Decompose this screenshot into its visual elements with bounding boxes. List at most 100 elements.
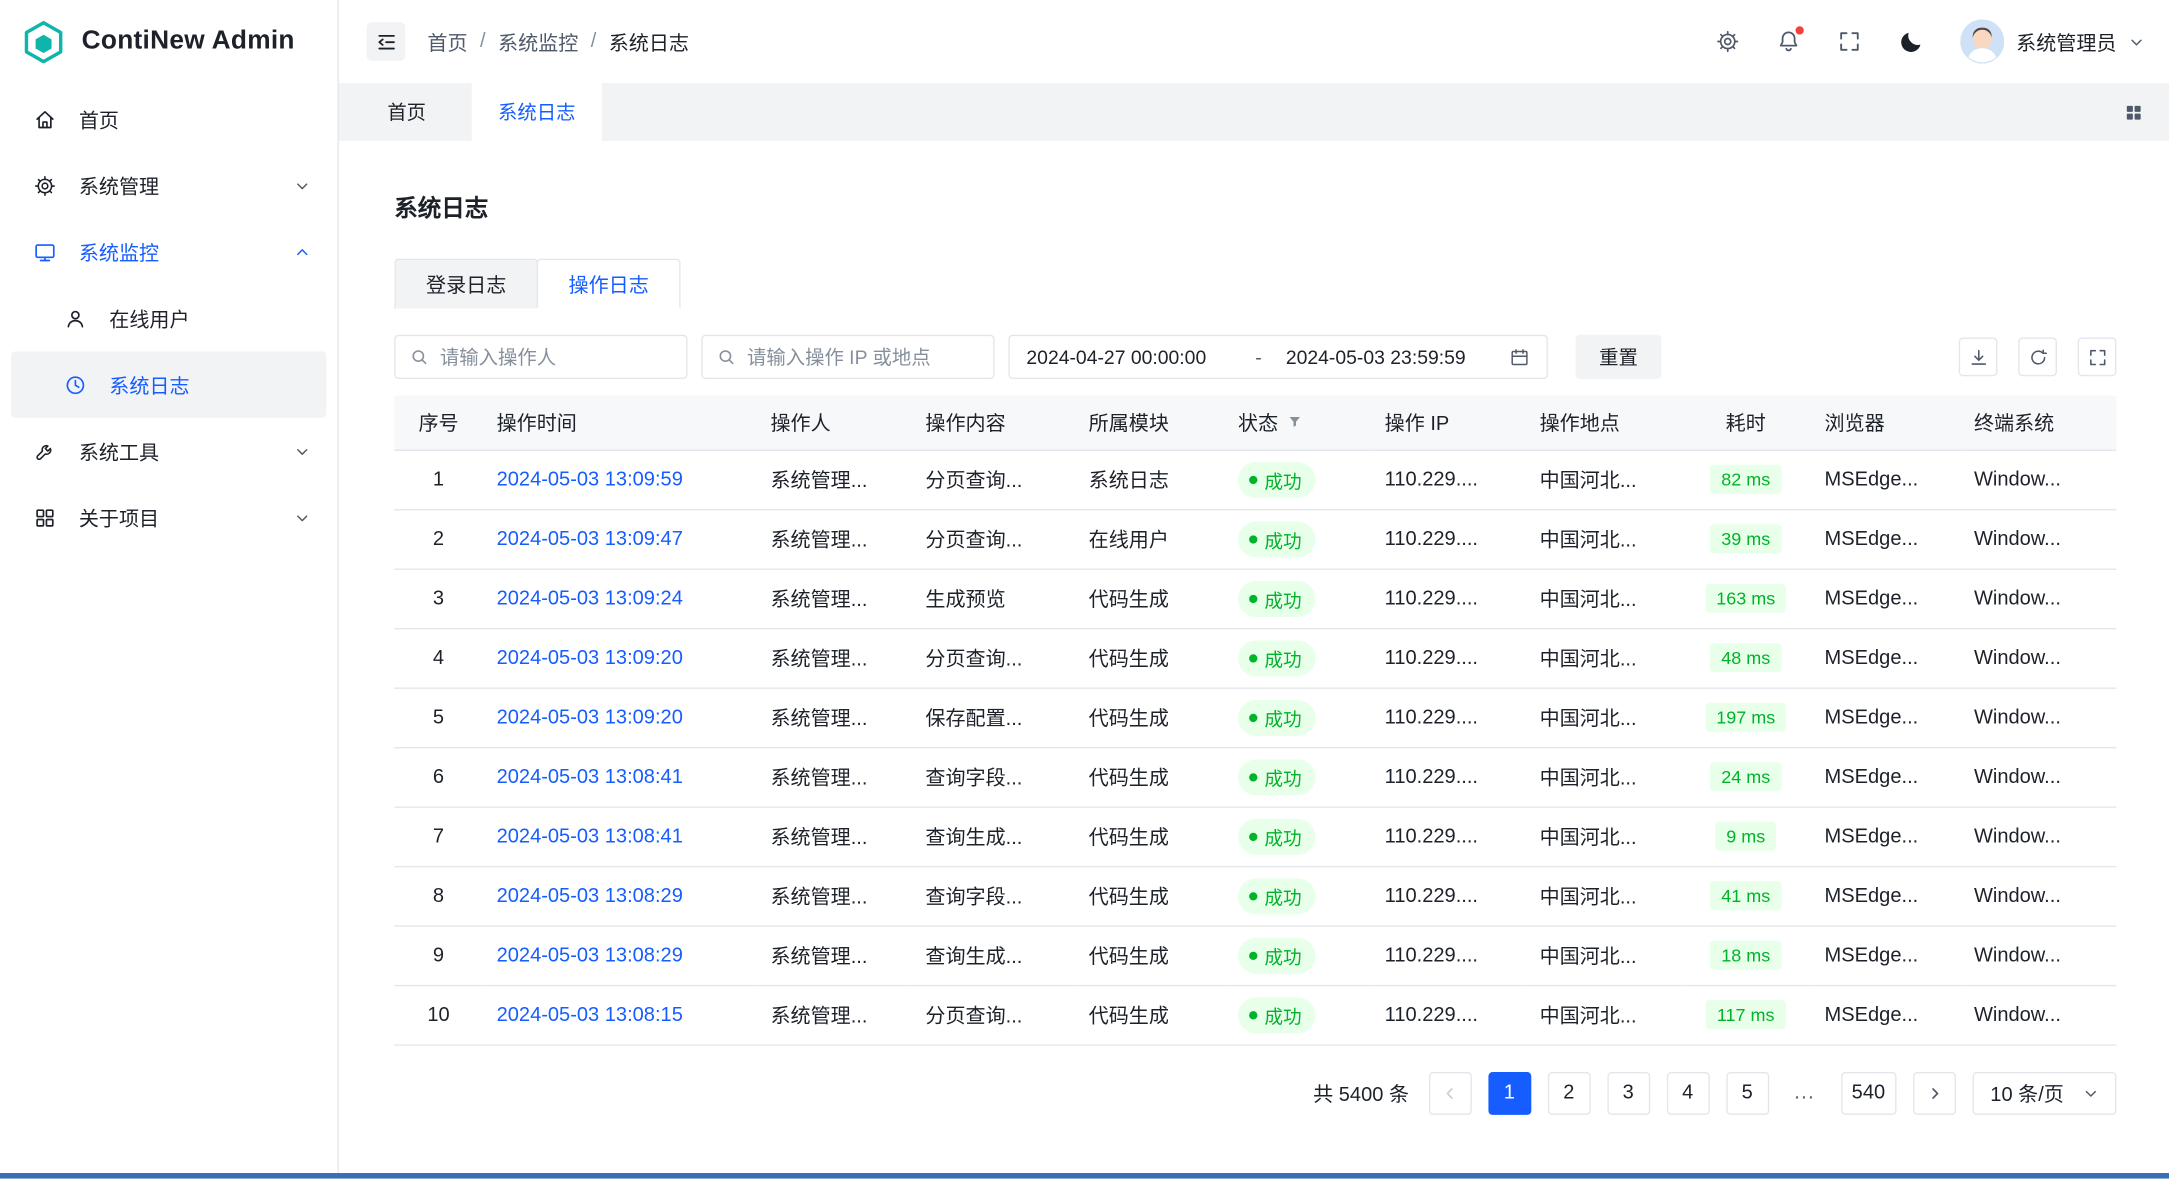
- pagination-ellipsis[interactable]: ...: [1785, 1082, 1824, 1104]
- export-download-icon[interactable]: [1959, 338, 1998, 377]
- cell-browser: MSEdge...: [1811, 628, 1960, 687]
- sidebar-item-label: 系统工具: [79, 436, 159, 465]
- cell-content: 分页查询...: [912, 985, 1075, 1044]
- settings-gear-icon[interactable]: [1715, 29, 1740, 54]
- breadcrumb-item-home[interactable]: 首页: [427, 27, 467, 56]
- col-browser: 浏览器: [1811, 396, 1960, 450]
- duration-badge: 117 ms: [1706, 1000, 1786, 1029]
- operation-time-link[interactable]: 2024-05-03 13:08:41: [497, 766, 683, 788]
- cell-os: Window...: [1960, 509, 2116, 568]
- cell-module: 代码生成: [1075, 866, 1224, 925]
- ip-search-input[interactable]: [747, 346, 979, 368]
- operation-time-link[interactable]: 2024-05-03 13:09:24: [497, 587, 683, 609]
- table-row: 4 2024-05-03 13:09:20 系统管理... 分页查询... 代码…: [394, 628, 2116, 687]
- col-status: 状态: [1224, 396, 1371, 450]
- ip-search-field[interactable]: [701, 335, 994, 379]
- operator-search-field[interactable]: [394, 335, 687, 379]
- cell-ip: 110.229....: [1371, 747, 1526, 806]
- sidebar-item-system-tools[interactable]: 系统工具: [11, 418, 326, 484]
- operation-time-link[interactable]: 2024-05-03 13:08:41: [497, 825, 683, 847]
- operation-time-link[interactable]: 2024-05-03 13:08:29: [497, 885, 683, 907]
- cell-operator: 系统管理...: [757, 450, 912, 509]
- cell-index: 5: [394, 687, 483, 746]
- operation-time-link[interactable]: 2024-05-03 13:08:29: [497, 944, 683, 966]
- cell-browser: MSEdge...: [1811, 569, 1960, 628]
- sidebar-item-online-users[interactable]: 在线用户: [11, 285, 326, 351]
- col-os: 终端系统: [1960, 396, 2116, 450]
- sidebar-item-system-logs[interactable]: 系统日志: [11, 351, 326, 417]
- sidebar-item-system-management[interactable]: 系统管理: [11, 152, 326, 218]
- sidebar-item-home[interactable]: 首页: [11, 86, 326, 152]
- breadcrumb-item-current: 系统日志: [609, 27, 689, 56]
- cell-module: 代码生成: [1075, 925, 1224, 984]
- app-logo[interactable]: ContiNew Admin: [0, 0, 338, 83]
- sidebar-collapse-button[interactable]: [367, 22, 406, 61]
- cell-content: 保存配置...: [912, 687, 1075, 746]
- operation-time-link[interactable]: 2024-05-03 13:09:20: [497, 706, 683, 728]
- sidebar-item-about-project[interactable]: 关于项目: [11, 484, 326, 550]
- col-index: 序号: [394, 396, 483, 450]
- reset-button[interactable]: 重置: [1576, 335, 1662, 379]
- calendar-icon: [1509, 347, 1530, 368]
- cell-index: 8: [394, 866, 483, 925]
- duration-badge: 41 ms: [1710, 881, 1781, 910]
- search-icon: [409, 347, 428, 366]
- notification-bell-icon[interactable]: [1775, 29, 1800, 54]
- cell-browser: MSEdge...: [1811, 747, 1960, 806]
- sidebar-item-system-monitor[interactable]: 系统监控: [11, 219, 326, 285]
- operation-time-link[interactable]: 2024-05-03 13:09:47: [497, 528, 683, 550]
- table-row: 7 2024-05-03 13:08:41 系统管理... 查询生成... 代码…: [394, 806, 2116, 865]
- pagination-page-last[interactable]: 540: [1841, 1071, 1897, 1114]
- cell-module: 代码生成: [1075, 985, 1224, 1044]
- fullscreen-icon[interactable]: [1836, 29, 1861, 54]
- sidebar-item-label: 首页: [79, 104, 119, 133]
- refresh-icon[interactable]: [2018, 338, 2057, 377]
- tab-operation-logs[interactable]: 操作日志: [537, 259, 681, 309]
- sidebar-menu: 首页 系统管理 系统监控: [0, 83, 338, 551]
- cell-ip: 110.229....: [1371, 925, 1526, 984]
- dark-mode-moon-icon[interactable]: [1897, 28, 1923, 54]
- pagination-page-3[interactable]: 3: [1607, 1071, 1650, 1114]
- pagination-page-2[interactable]: 2: [1547, 1071, 1590, 1114]
- pagination-next-button[interactable]: [1913, 1071, 1956, 1114]
- status-label: 成功: [1264, 1001, 1301, 1029]
- cell-index: 9: [394, 925, 483, 984]
- cell-browser: MSEdge...: [1811, 450, 1960, 509]
- status-label: 成功: [1264, 763, 1301, 791]
- cell-content: 分页查询...: [912, 628, 1075, 687]
- tab-actions-grid-icon[interactable]: [2123, 83, 2169, 141]
- duration-badge: 39 ms: [1710, 524, 1781, 553]
- user-icon: [64, 306, 88, 330]
- cell-module: 代码生成: [1075, 628, 1224, 687]
- user-menu[interactable]: 系统管理员: [1959, 19, 2144, 63]
- date-range-picker[interactable]: 2024-04-27 00:00:00 - 2024-05-03 23:59:5…: [1008, 335, 1547, 379]
- status-badge: 成功: [1238, 640, 1315, 676]
- table-row: 5 2024-05-03 13:09:20 系统管理... 保存配置... 代码…: [394, 687, 2116, 746]
- table-header-row: 序号 操作时间 操作人 操作内容 所属模块 状态 操作 IP 操作地点 耗时 浏…: [394, 396, 2116, 450]
- cell-os: Window...: [1960, 925, 2116, 984]
- date-range-end: 2024-05-03 23:59:59: [1286, 346, 1466, 368]
- operation-time-link[interactable]: 2024-05-03 13:09:20: [497, 647, 683, 669]
- pagination-page-4[interactable]: 4: [1666, 1071, 1709, 1114]
- page-tab-system-logs[interactable]: 系统日志: [472, 83, 602, 141]
- breadcrumb-item-monitor[interactable]: 系统监控: [498, 27, 578, 56]
- sidebar-item-label: 在线用户: [109, 304, 189, 333]
- pagination-page-1[interactable]: 1: [1488, 1071, 1531, 1114]
- chevron-down-icon: [295, 178, 316, 193]
- page-size-select[interactable]: 10 条/页: [1972, 1071, 2116, 1114]
- sidebar-item-label: 关于项目: [79, 503, 159, 532]
- filter-funnel-icon[interactable]: [1286, 414, 1303, 431]
- cell-browser: MSEdge...: [1811, 687, 1960, 746]
- page-tab-home[interactable]: 首页: [361, 83, 452, 141]
- app-window: ContiNew Admin 首页 系统管理: [0, 0, 2169, 1179]
- pagination-prev-button[interactable]: [1428, 1071, 1471, 1114]
- tab-login-logs[interactable]: 登录日志: [394, 259, 538, 309]
- operation-time-link[interactable]: 2024-05-03 13:09:59: [497, 468, 683, 490]
- status-dot: [1249, 654, 1257, 662]
- operation-time-link[interactable]: 2024-05-03 13:08:15: [497, 1004, 683, 1026]
- table-fullscreen-icon[interactable]: [2078, 338, 2117, 377]
- pagination-page-5[interactable]: 5: [1726, 1071, 1769, 1114]
- operator-search-input[interactable]: [440, 346, 672, 368]
- chevron-down-icon: [295, 510, 316, 525]
- col-duration: 耗时: [1681, 396, 1811, 450]
